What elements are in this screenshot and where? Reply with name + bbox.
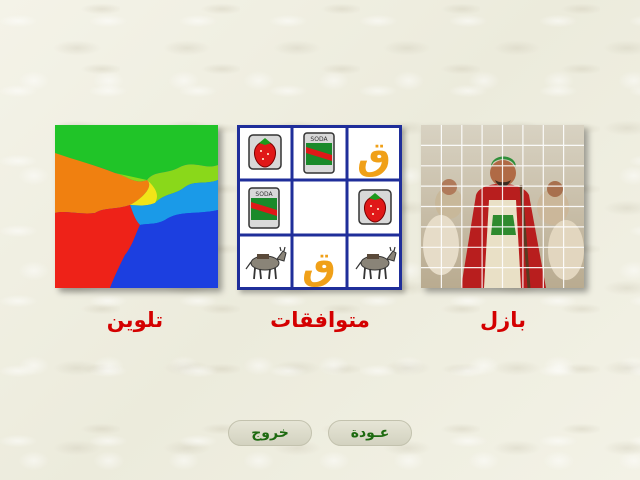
puzzle-label[interactable]: بازل: [403, 308, 603, 332]
svg-text:SODA: SODA: [255, 191, 273, 198]
exit-button[interactable]: خروج: [228, 420, 312, 446]
puzzle-thumbnail[interactable]: [421, 125, 584, 288]
strawberry-icon: [248, 134, 282, 170]
qaf-letter: ق: [357, 134, 391, 178]
strawberry-icon: [358, 189, 392, 225]
soda-can-icon: SODA: [248, 187, 280, 229]
puzzle-painting-image: [421, 125, 584, 288]
coloring-thumbnail[interactable]: [55, 125, 218, 288]
matching-label[interactable]: متوافقات: [220, 308, 420, 332]
back-button[interactable]: عـودة: [328, 420, 412, 446]
soda-can-icon: SODA: [303, 132, 335, 174]
matching-thumbnail[interactable]: SODA ق SODA ق: [237, 125, 402, 290]
coloring-label[interactable]: تلوين: [35, 308, 235, 332]
matching-grid: SODA ق SODA ق: [237, 125, 402, 290]
coloring-map-image: [55, 125, 218, 288]
svg-text:SODA: SODA: [310, 136, 328, 143]
qaf-letter: ق: [302, 244, 336, 288]
